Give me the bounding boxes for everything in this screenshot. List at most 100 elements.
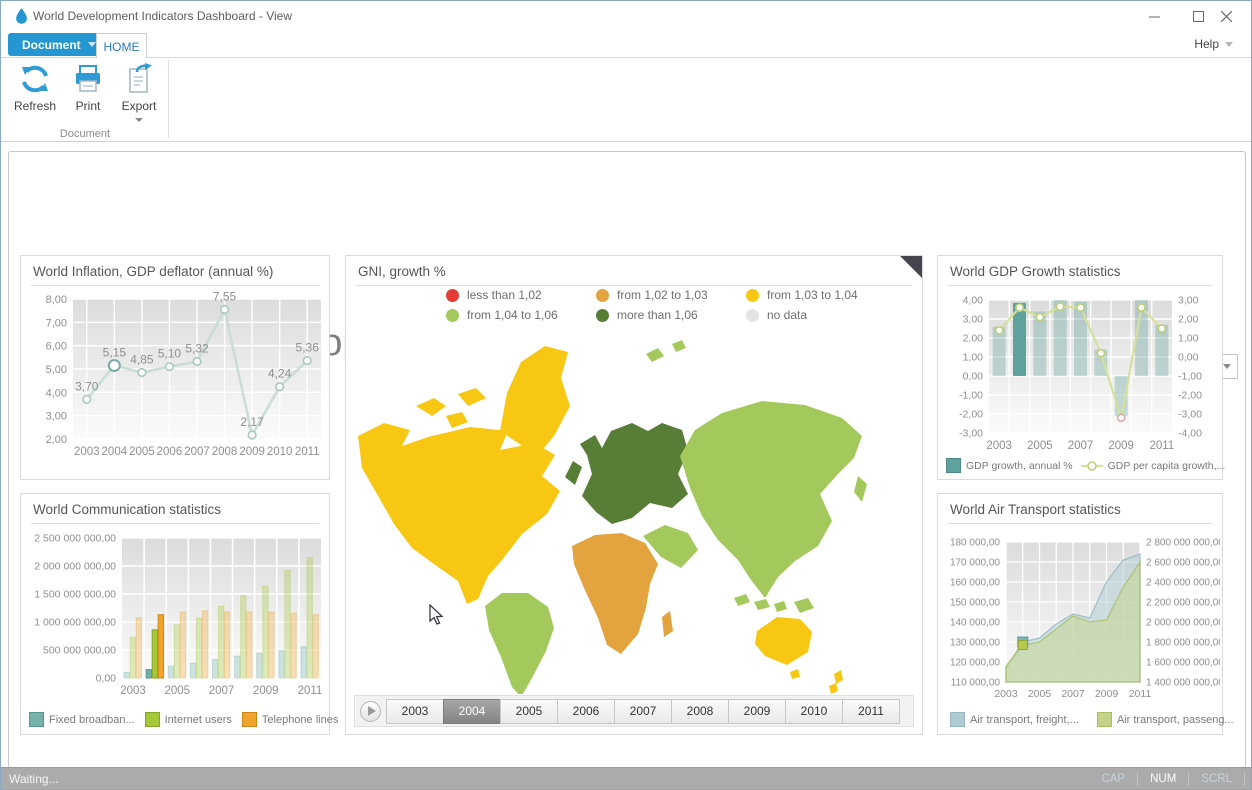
map-region-asia[interactable] <box>680 401 862 598</box>
legend-swatch <box>29 712 44 727</box>
svg-text:2009: 2009 <box>239 446 265 458</box>
svg-text:5,10: 5,10 <box>158 347 182 361</box>
panel-map: GNI, growth % less than 1,02from 1,02 to… <box>345 255 923 735</box>
legend-dot <box>746 289 759 302</box>
num-lock-indicator: NUM <box>1138 773 1188 785</box>
panel-caption: World GDP Growth statistics <box>950 264 1121 279</box>
tab-home[interactable]: HOME <box>96 33 147 59</box>
map-region-south-america[interactable] <box>485 593 554 694</box>
svg-text:2004: 2004 <box>102 446 128 458</box>
ribbon-group-label: Document <box>1 128 169 140</box>
svg-text:130 000,00: 130 000,00 <box>950 638 1000 649</box>
svg-text:2,00: 2,00 <box>1178 314 1199 326</box>
svg-text:-1,00: -1,00 <box>1178 371 1202 383</box>
svg-text:2006: 2006 <box>157 446 183 458</box>
export-button[interactable]: Export <box>114 63 164 125</box>
legend-swatch <box>145 712 160 727</box>
legend-swatch <box>1097 712 1112 727</box>
svg-text:150 000,00: 150 000,00 <box>950 598 1000 609</box>
map-region-arctic-islands[interactable] <box>416 388 486 428</box>
panel-corner-badge[interactable] <box>900 256 922 278</box>
year-button-2003[interactable]: 2003 <box>386 699 444 724</box>
legend-dot <box>446 289 459 302</box>
svg-text:3,00: 3,00 <box>963 314 984 326</box>
svg-text:170 000,00: 170 000,00 <box>950 558 1000 569</box>
svg-text:2011: 2011 <box>1149 440 1174 452</box>
refresh-label: Refresh <box>14 99 56 113</box>
export-icon <box>123 63 155 95</box>
svg-text:2007: 2007 <box>1068 440 1094 452</box>
year-button-2011[interactable]: 2011 <box>842 699 900 724</box>
svg-text:5,36: 5,36 <box>296 341 320 355</box>
svg-text:2009: 2009 <box>253 685 279 697</box>
refresh-button[interactable]: Refresh <box>10 63 60 125</box>
map-region-madagascar[interactable] <box>662 611 673 637</box>
year-button-2008[interactable]: 2008 <box>671 699 729 724</box>
communication-bar-chart[interactable]: 2 500 000 000,002 000 000 000,001 500 00… <box>23 526 327 704</box>
play-button[interactable] <box>360 701 381 722</box>
year-button-2006[interactable]: 2006 <box>557 699 615 724</box>
map-region-indonesia[interactable] <box>734 594 787 612</box>
legend-dot <box>596 289 609 302</box>
map-region-greenland[interactable] <box>500 346 570 456</box>
svg-text:1 000 000 000,00: 1 000 000 000,00 <box>34 617 116 629</box>
map-region-north-america[interactable] <box>358 423 560 604</box>
caption-divider <box>356 285 912 286</box>
print-button[interactable]: Print <box>63 63 113 125</box>
help-menu[interactable]: Help <box>1194 37 1233 51</box>
map-region-uk[interactable] <box>565 461 582 485</box>
map-region-new-guinea[interactable] <box>794 598 814 613</box>
document-menu-button[interactable]: Document <box>8 33 106 56</box>
svg-text:2,00: 2,00 <box>963 333 984 345</box>
minimize-button[interactable] <box>1137 5 1171 27</box>
year-button-2007[interactable]: 2007 <box>614 699 672 724</box>
legend-item: Air transport, freight,... <box>950 712 1079 727</box>
svg-text:-2,00: -2,00 <box>1178 390 1202 402</box>
svg-text:2 000 000 000,00: 2 000 000 000,00 <box>34 561 116 573</box>
svg-text:4,00: 4,00 <box>46 387 67 399</box>
panel-caption: World Inflation, GDP deflator (annual %) <box>33 264 273 279</box>
legend-label: GDP per capita growth,... <box>1108 460 1226 472</box>
svg-text:4,24: 4,24 <box>268 367 292 381</box>
legend-label: from 1,04 to 1,06 <box>467 308 558 322</box>
legend-item: Telephone lines <box>242 712 338 727</box>
svg-text:5,32: 5,32 <box>185 342 209 356</box>
legend-dot <box>596 309 609 322</box>
svg-text:-3,00: -3,00 <box>1178 409 1202 421</box>
svg-text:0,00: 0,00 <box>963 371 984 383</box>
world-choropleth-map[interactable] <box>350 336 920 694</box>
play-icon <box>368 706 376 716</box>
legend-swatch <box>242 712 257 727</box>
print-label: Print <box>76 99 101 113</box>
svg-text:2 200 000 000,00: 2 200 000 000,00 <box>1146 598 1220 609</box>
map-legend-item: more than 1,06 <box>596 308 746 322</box>
communication-legend: Fixed broadban...Internet usersTelephone… <box>29 712 338 727</box>
close-button[interactable] <box>1209 5 1243 27</box>
svg-text:-2,00: -2,00 <box>959 409 983 421</box>
chevron-down-icon <box>135 118 143 122</box>
map-region-australia[interactable] <box>755 617 812 679</box>
legend-label: no data <box>767 308 807 322</box>
year-button-2010[interactable]: 2010 <box>785 699 843 724</box>
map-region-africa[interactable] <box>572 533 658 654</box>
map-region-new-zealand[interactable] <box>829 670 843 694</box>
svg-text:2005: 2005 <box>164 685 190 697</box>
app-droplet-icon <box>15 8 28 24</box>
year-button-2004[interactable]: 2004 <box>443 699 501 724</box>
inflation-line-chart[interactable]: 8,007,006,005,004,003,002,00200320042005… <box>25 289 325 477</box>
map-region-svalbard[interactable] <box>646 340 686 362</box>
svg-text:2011: 2011 <box>298 685 323 697</box>
svg-text:2 000 000 000,00: 2 000 000 000,00 <box>1146 618 1220 629</box>
year-button-2009[interactable]: 2009 <box>728 699 786 724</box>
svg-text:2007: 2007 <box>1061 688 1085 700</box>
window-title: World Development Indicators Dashboard -… <box>33 9 292 23</box>
legend-label: more than 1,06 <box>617 308 698 322</box>
chevron-down-icon <box>1223 364 1231 369</box>
gdp-combo-chart[interactable]: 4,003,002,001,000,00-1,00-2,00-3,003,002… <box>942 290 1220 455</box>
svg-text:2011: 2011 <box>295 446 320 458</box>
svg-text:2,00: 2,00 <box>46 434 67 446</box>
year-button-2005[interactable]: 2005 <box>500 699 558 724</box>
map-region-europe[interactable] <box>580 423 688 524</box>
air-transport-area-chart[interactable]: 180 000,002 800 000 000,00170 000,002 60… <box>942 530 1220 702</box>
map-region-japan[interactable] <box>854 476 867 502</box>
